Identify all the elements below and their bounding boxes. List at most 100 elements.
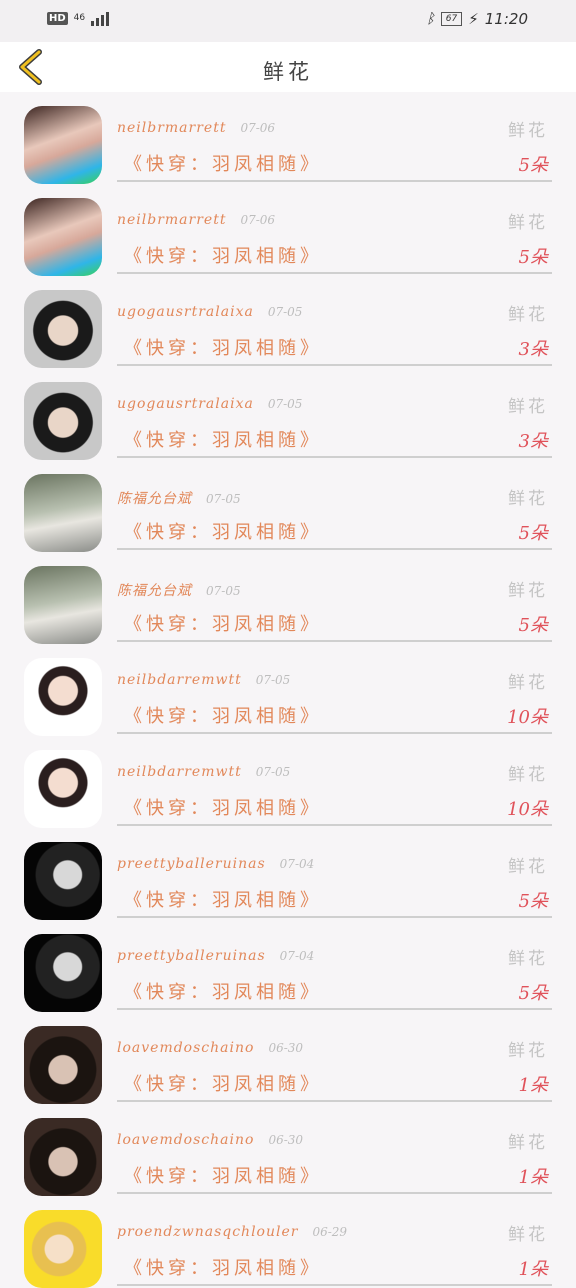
- divider: [117, 272, 552, 274]
- flower-list: neilbrmarrett 07-06 鲜花 《快穿：羽凤相随》 5朵 neilbrmar…: [0, 92, 576, 1288]
- list-item[interactable]: ugogausrtralaixa 07-05 鲜花《快穿：羽凤相随》 3朵: [0, 368, 576, 460]
- avatar[interactable]: [24, 1118, 102, 1196]
- bluetooth-icon: ᛒ: [426, 11, 435, 27]
- gift-type: 鲜花: [508, 1041, 548, 1061]
- list-item[interactable]: loavemdoschaino 06-30 鲜花 《快穿：羽凤相随》 1朵: [0, 1012, 576, 1104]
- list-item[interactable]: ugogausrtralaixa 07-05 鲜花 《快穿：羽凤相随》 3朵: [0, 276, 576, 368]
- username[interactable]: 陈福允台斌 07-05: [117, 580, 241, 600]
- username[interactable]: loavemdoschaino 06-30: [117, 1132, 303, 1148]
- list-item[interactable]: neilbrmarrett 07-06 鲜花《快穿：羽凤相随》 5朵: [0, 92, 576, 184]
- username[interactable]: preettyballeruinas 07-04: [117, 948, 314, 964]
- book-title[interactable]: 《快穿：羽凤相随》: [124, 150, 322, 176]
- date: 06-29: [312, 1225, 348, 1239]
- avatar[interactable]: [24, 1026, 102, 1104]
- avatar[interactable]: [24, 382, 102, 460]
- book-title[interactable]: 《快穿：羽凤相随》: [124, 1070, 322, 1096]
- divider: [117, 640, 552, 642]
- signal-icon: [91, 10, 110, 26]
- date: 06-30: [268, 1133, 304, 1147]
- avatar[interactable]: [24, 658, 102, 736]
- flower-count: 5朵: [518, 983, 548, 1004]
- status-bar: HD 46 ᛒ 67 ⚡ 11:20: [0, 0, 576, 42]
- gift-type: 鲜花: [508, 857, 548, 877]
- username[interactable]: ugogausrtralaixa 07-05: [117, 396, 302, 412]
- flower-count: 5朵: [518, 155, 548, 176]
- avatar[interactable]: [24, 1210, 102, 1288]
- book-title[interactable]: 《快穿：羽凤相随》: [124, 518, 322, 544]
- username[interactable]: neilbdarremwtt 07-05: [117, 672, 290, 688]
- gift-type: 鲜花: [508, 1225, 548, 1245]
- list-item[interactable]: neilbdarremwtt 07-05 鲜花《快穿：羽凤相随》 10朵: [0, 736, 576, 828]
- divider: [117, 548, 552, 550]
- divider: [117, 732, 552, 734]
- divider: [117, 1100, 552, 1102]
- list-item[interactable]: loavemdoschaino 06-30 鲜花 《快穿：羽凤相随》 1朵: [0, 1104, 576, 1196]
- avatar[interactable]: [24, 566, 102, 644]
- username[interactable]: 陈福允台斌 07-05: [117, 488, 241, 508]
- date: 07-05: [206, 584, 241, 598]
- list-item[interactable]: 陈福允台斌 07-05 鲜花 《快穿：羽凤相随》 5朵: [0, 460, 576, 552]
- avatar[interactable]: [24, 474, 102, 552]
- book-title[interactable]: 《快穿：羽凤相随》: [124, 610, 322, 636]
- divider: [117, 916, 552, 918]
- username[interactable]: proendzwnasqchlouler 06-29: [117, 1224, 347, 1240]
- book-title[interactable]: 《快穿：羽凤相随》: [124, 886, 322, 912]
- list-item[interactable]: preettyballeruinas 07-04 鲜花 《快穿：羽凤相随》 5朵: [0, 828, 576, 920]
- username[interactable]: neilbrmarrett 07-06: [117, 120, 275, 136]
- divider: [117, 1284, 552, 1286]
- list-item[interactable]: neilbrmarrett 07-06 鲜花 《快穿：羽凤相随》 5朵: [0, 184, 576, 276]
- date: 07-05: [255, 673, 291, 687]
- username[interactable]: neilbdarremwtt 07-05: [117, 764, 290, 780]
- date: 07-06: [240, 213, 276, 227]
- status-time: 11:20: [484, 10, 528, 28]
- list-item[interactable]: neilbdarremwtt 07-05 鲜花《快穿：羽凤相随》 10朵: [0, 644, 576, 736]
- flower-count: 3朵: [518, 339, 548, 360]
- avatar[interactable]: [24, 290, 102, 368]
- avatar[interactable]: [24, 750, 102, 828]
- divider: [117, 364, 552, 366]
- book-title[interactable]: 《快穿：羽凤相随》: [124, 242, 322, 268]
- date: 07-04: [279, 949, 315, 963]
- gift-type: 鲜花: [508, 121, 548, 141]
- date: 07-05: [267, 305, 303, 319]
- username[interactable]: loavemdoschaino 06-30: [117, 1040, 303, 1056]
- username[interactable]: neilbrmarrett 07-06: [117, 212, 275, 228]
- book-title[interactable]: 《快穿：羽凤相随》: [124, 978, 322, 1004]
- date: 07-06: [240, 121, 276, 135]
- gift-type: 鲜花: [508, 673, 548, 693]
- book-title[interactable]: 《快穿：羽凤相随》: [124, 702, 322, 728]
- battery-icon: 67: [440, 12, 463, 26]
- list-item[interactable]: proendzwnasqchlouler 06-29 鲜花 《快穿：羽凤相随》 1朵: [0, 1196, 576, 1288]
- date: 07-05: [255, 765, 291, 779]
- avatar[interactable]: [24, 198, 102, 276]
- book-title[interactable]: 《快穿：羽凤相随》: [124, 334, 322, 360]
- divider: [117, 1008, 552, 1010]
- gift-type: 鲜花: [508, 397, 548, 417]
- flower-count: 10朵: [507, 707, 548, 728]
- divider: [117, 1192, 552, 1194]
- book-title[interactable]: 《快穿：羽凤相随》: [124, 1254, 322, 1280]
- list-item[interactable]: 陈福允台斌 07-05 鲜花 《快穿：羽凤相随》 5朵: [0, 552, 576, 644]
- hd-badge: HD: [47, 11, 68, 25]
- date: 07-05: [206, 492, 241, 506]
- username[interactable]: preettyballeruinas 07-04: [117, 856, 314, 872]
- avatar[interactable]: [24, 106, 102, 184]
- charging-icon: ⚡: [468, 10, 479, 28]
- gift-type: 鲜花: [508, 949, 548, 969]
- status-right: ᛒ 67 ⚡ 11:20: [426, 10, 528, 28]
- list-item[interactable]: preettyballeruinas 07-04 鲜花《快穿：羽凤相随》 5朵: [0, 920, 576, 1012]
- avatar[interactable]: [24, 842, 102, 920]
- avatar[interactable]: [24, 934, 102, 1012]
- book-title[interactable]: 《快穿：羽凤相随》: [124, 426, 322, 452]
- network-type: 46: [73, 12, 86, 23]
- date: 07-05: [267, 397, 303, 411]
- gift-type: 鲜花: [508, 765, 548, 785]
- username[interactable]: ugogausrtralaixa 07-05: [117, 304, 302, 320]
- book-title[interactable]: 《快穿：羽凤相随》: [124, 794, 322, 820]
- flower-count: 3朵: [518, 431, 548, 452]
- flower-count: 10朵: [507, 799, 548, 820]
- flower-count: 1朵: [518, 1167, 548, 1188]
- header: 鲜花: [0, 42, 576, 92]
- book-title[interactable]: 《快穿：羽凤相随》: [124, 1162, 322, 1188]
- status-left: HD 46: [47, 10, 110, 26]
